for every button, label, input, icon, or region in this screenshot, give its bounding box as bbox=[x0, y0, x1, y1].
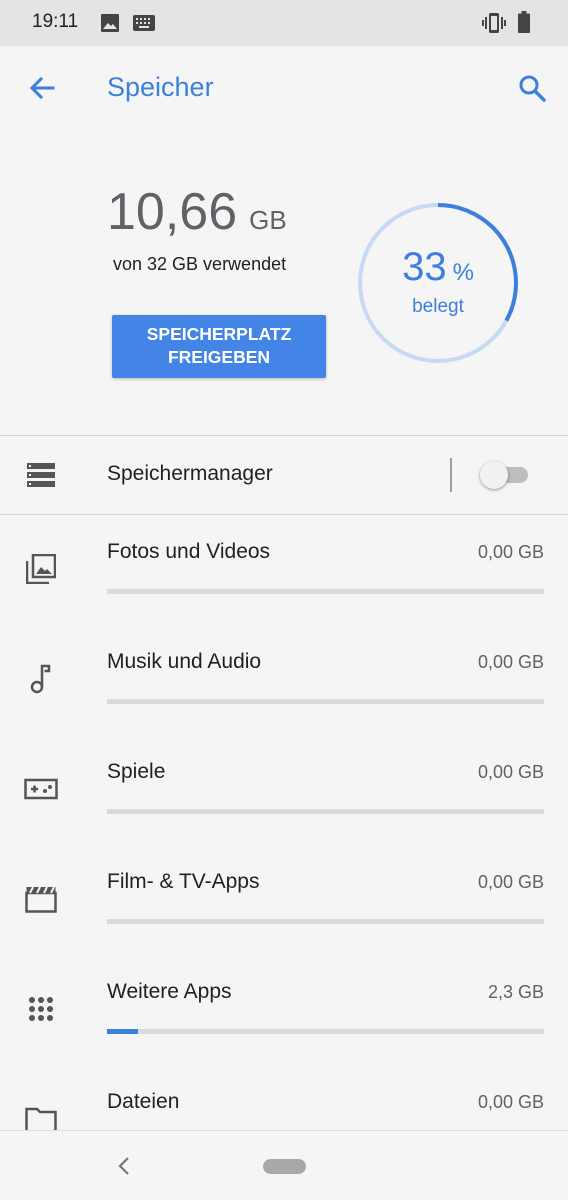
navigation-bar bbox=[0, 1130, 568, 1200]
percent-label: belegt bbox=[412, 296, 464, 317]
free-button-label-line2: FREIGEBEN bbox=[167, 347, 271, 367]
category-size: 0,00 GB bbox=[477, 542, 544, 562]
category-size: 0,00 GB bbox=[477, 872, 544, 892]
nav-back-icon[interactable] bbox=[110, 1151, 138, 1181]
category-usage-bar bbox=[107, 589, 544, 594]
music-note-icon bbox=[24, 662, 58, 696]
folder-icon bbox=[24, 1102, 58, 1130]
gamepad-icon bbox=[24, 772, 58, 806]
status-time: 19:11 bbox=[32, 11, 79, 32]
arrow-back-icon[interactable] bbox=[20, 66, 64, 110]
category-row[interactable]: Weitere Apps 2,3 GB bbox=[0, 980, 568, 1090]
category-size: 0,00 GB bbox=[477, 652, 544, 672]
search-icon[interactable] bbox=[510, 66, 554, 110]
category-usage-bar bbox=[107, 809, 544, 814]
ring-percent: 33% bbox=[355, 245, 521, 290]
movie-clapper-icon bbox=[24, 882, 58, 916]
category-size: 0,00 GB bbox=[477, 762, 544, 782]
category-usage-bar bbox=[107, 699, 544, 704]
home-pill-icon[interactable] bbox=[263, 1159, 306, 1174]
category-row[interactable]: Musik und Audio 0,00 GB bbox=[0, 650, 568, 760]
storage-list-icon bbox=[24, 458, 58, 492]
free-up-space-button[interactable]: SPEICHERPLATZ FREIGEBEN bbox=[112, 315, 326, 378]
category-label: Fotos und Videos bbox=[107, 540, 271, 563]
toggle-thumb bbox=[480, 461, 508, 489]
storage-manager-toggle[interactable] bbox=[480, 461, 530, 489]
category-row[interactable]: Dateien 0,00 GB bbox=[0, 1090, 568, 1130]
category-row[interactable]: Film- & TV-Apps 0,00 GB bbox=[0, 870, 568, 980]
free-button-label-line1: SPEICHERPLATZ bbox=[146, 324, 292, 344]
category-size: 2,3 GB bbox=[487, 982, 544, 1002]
vertical-divider bbox=[450, 458, 452, 492]
storage-manager-row[interactable]: Speichermanager bbox=[0, 436, 568, 514]
used-value: 10,66 bbox=[107, 183, 238, 241]
battery-icon bbox=[518, 11, 530, 38]
category-usage-bar bbox=[107, 1029, 544, 1034]
category-label: Musik und Audio bbox=[107, 650, 262, 673]
category-label: Film- & TV-Apps bbox=[107, 870, 260, 893]
category-usage-fill bbox=[107, 1029, 138, 1034]
storage-summary: 10,66 GB von 32 GB verwendet SPEICHERPLAT… bbox=[0, 130, 568, 435]
storage-manager-label: Speichermanager bbox=[107, 462, 273, 485]
image-icon bbox=[100, 13, 120, 38]
page-title: Speicher bbox=[107, 72, 214, 102]
used-amount: 10,66 GB bbox=[107, 182, 287, 242]
category-row[interactable]: Fotos und Videos 0,00 GB bbox=[0, 540, 568, 650]
category-size: 0,00 GB bbox=[477, 1092, 544, 1112]
used-unit: GB bbox=[249, 205, 287, 235]
percent-symbol: % bbox=[452, 259, 474, 286]
usage-ring: 33% belegt bbox=[355, 200, 521, 366]
keyboard-icon bbox=[133, 15, 155, 36]
apps-grid-icon bbox=[24, 992, 58, 1026]
category-label: Dateien bbox=[107, 1090, 180, 1113]
category-label: Spiele bbox=[107, 760, 166, 783]
category-label: Weitere Apps bbox=[107, 980, 232, 1003]
used-of-total: von 32 GB verwendet bbox=[113, 254, 287, 274]
category-usage-bar bbox=[107, 919, 544, 924]
percent-number: 33 bbox=[402, 245, 447, 289]
vibrate-icon bbox=[482, 12, 506, 39]
divider bbox=[0, 514, 568, 515]
category-row[interactable]: Spiele 0,00 GB bbox=[0, 760, 568, 870]
photo-library-icon bbox=[24, 552, 58, 586]
app-bar: Speicher bbox=[0, 46, 568, 130]
status-bar: 19:11 bbox=[0, 0, 568, 46]
